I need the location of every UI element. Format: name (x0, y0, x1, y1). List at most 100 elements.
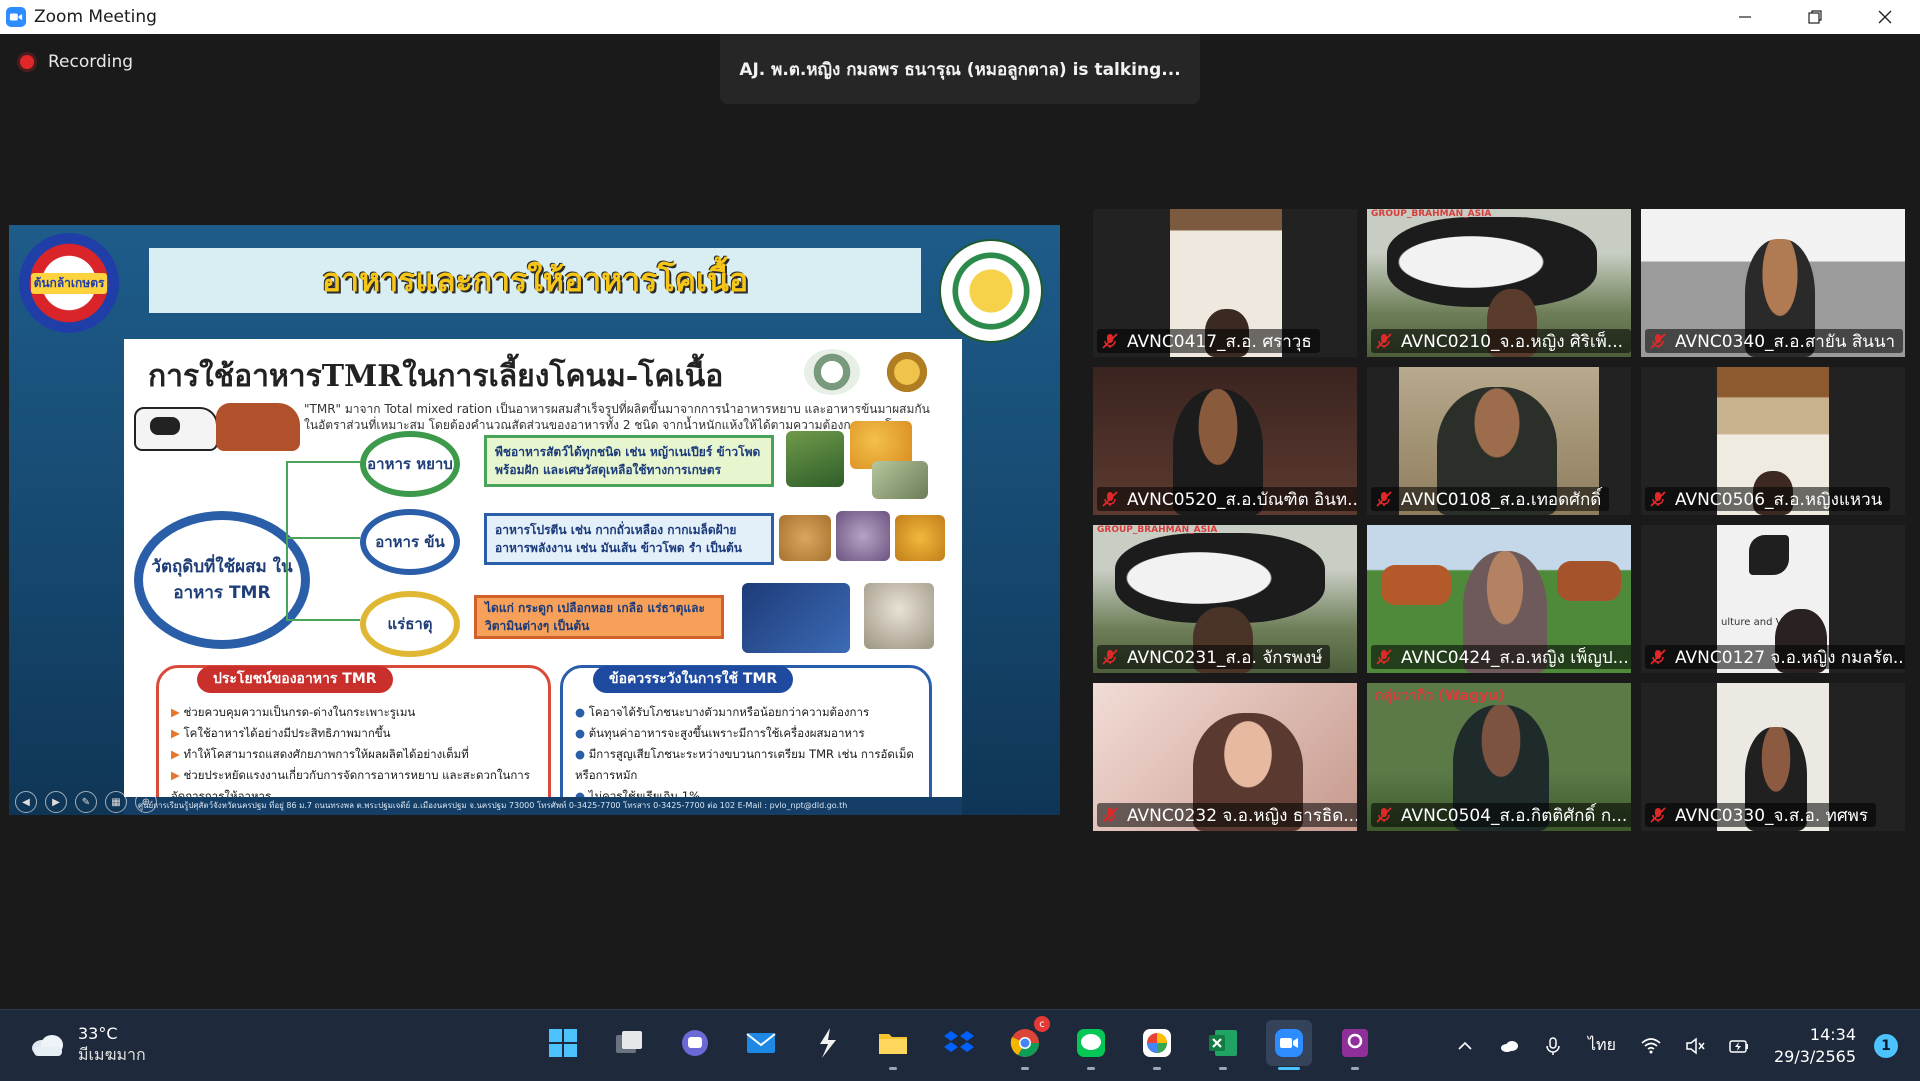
mic-muted-icon (1376, 333, 1392, 349)
folder-icon (879, 1034, 907, 1054)
meeting-area: Recording AJ. พ.ต.หญิง กมลพร ธนารุณ (หมอ… (0, 34, 1920, 1009)
participant-tile[interactable]: ulture and Ve AVNC0127 จ.อ.หญิง กมลรัต..… (1641, 525, 1905, 673)
task-view-button[interactable] (606, 1020, 652, 1066)
teams-chat-icon (682, 1030, 708, 1056)
start-button[interactable] (540, 1020, 586, 1066)
zoom-button[interactable] (1266, 1020, 1312, 1070)
previous-slide-icon[interactable]: ◀ (15, 791, 37, 813)
excel-button[interactable] (1200, 1020, 1246, 1070)
slide-navigation-controls: ◀ ▶ ✎ ▦ ⊕ (15, 791, 157, 813)
tile-overlay-text: GROUP_BRAHMAN_ASIA (1097, 525, 1218, 535)
participant-name: AVNC0232 จ.อ.หญิง ธารธิด... (1127, 805, 1357, 826)
right-org-seal (939, 239, 1043, 343)
mic-muted-icon (1650, 807, 1666, 823)
participant-tile[interactable]: AVNC0340_ส.อ.สายัน สินนา (1641, 209, 1905, 357)
battery-button[interactable] (1722, 1029, 1756, 1063)
participant-name-label: AVNC0127 จ.อ.หญิง กมลรัต... (1645, 645, 1905, 669)
branch-line (286, 461, 360, 463)
onedrive-button[interactable] (1492, 1029, 1526, 1063)
weather-widget[interactable]: 33°C มีเมฆมาก (28, 1024, 146, 1066)
participant-tile[interactable]: AVNC0506_ส.อ.หญิงแหวน (1641, 367, 1905, 515)
pdf-button[interactable] (1332, 1020, 1378, 1070)
poster-seal-left (804, 349, 860, 395)
participant-name: AVNC0504_ส.อ.กิตติศักดิ์ ก... (1401, 805, 1628, 826)
line-button[interactable] (1068, 1020, 1114, 1070)
participant-name-label: AVNC0504_ส.อ.กิตติศักดิ์ ก... (1371, 803, 1631, 827)
participant-tile[interactable]: GROUP_BRAHMAN_ASIA AVNC0210_จ.อ.หญิง ศิร… (1367, 209, 1631, 357)
next-slide-icon[interactable]: ▶ (45, 791, 67, 813)
picasa-button[interactable] (1134, 1020, 1180, 1070)
participant-name: AVNC0210_จ.อ.หญิง ศิริเพ็... (1401, 331, 1624, 352)
close-button[interactable] (1850, 0, 1920, 34)
participant-name: AVNC0340_ส.อ.สายัน สินนา (1675, 331, 1895, 352)
cautions-panel: ข้อควรระวังในการใช้ TMR โคอาจได้รับโภชนะ… (560, 665, 932, 815)
teams-chat-button[interactable] (672, 1020, 718, 1066)
mic-muted-icon (1376, 649, 1392, 665)
participant-tile[interactable]: กลุ่มวากิว (Wagyu) AVNC0504_ส.อ.กิตติศัก… (1367, 683, 1631, 831)
zoom-in-icon[interactable]: ⊕ (135, 791, 157, 813)
main-node: วัตถุดิบที่ใช้ผสม ในอาหาร TMR (134, 511, 310, 649)
roughage-detail: พืชอาหารสัตว์ได้ทุกชนิด เช่น หญ้าเนเปียร… (484, 435, 774, 487)
poster-seal-right (879, 349, 935, 395)
window-controls (1710, 0, 1920, 34)
concentrate-node: อาหาร ข้น (360, 509, 460, 575)
participant-name: AVNC0417_ส.อ. ศราวุธ (1127, 331, 1312, 352)
concentrate-detail: อาหารโปรตีน เช่น กากถั่วเหลือง กากเมล็ดฝ… (484, 513, 774, 565)
grass-photo (786, 431, 844, 487)
participant-tile[interactable]: AVNC0108_ส.อ.เทอดศักดิ์ (1367, 367, 1631, 515)
recording-indicator[interactable]: Recording (20, 52, 133, 72)
input-language-button[interactable]: ไทย (1580, 1029, 1624, 1063)
restore-button[interactable] (1780, 0, 1850, 34)
red-cow-image (216, 403, 300, 451)
soybean-meal-photo (779, 515, 831, 561)
volume-muted-icon (1686, 1036, 1705, 1055)
mic-muted-icon (1102, 807, 1118, 823)
left-logo-text: ต้นกล้าเกษตร (30, 272, 108, 294)
minimize-button[interactable] (1710, 0, 1780, 34)
participant-name-label: AVNC0210_จ.อ.หญิง ศิริเพ็... (1371, 329, 1631, 353)
taskbar-apps: c (540, 1016, 1378, 1070)
participant-name-label: AVNC0340_ส.อ.สายัน สินนา (1645, 329, 1903, 353)
microphone-button[interactable] (1536, 1029, 1570, 1063)
clock[interactable]: 14:34 29/3/2565 (1774, 1024, 1856, 1068)
participant-tile[interactable]: AVNC0417_ส.อ. ศราวุธ (1093, 209, 1357, 357)
participant-tile[interactable]: AVNC0330_จ.ส.อ. ทศพร (1641, 683, 1905, 831)
running-indicator (889, 1067, 897, 1070)
mic-muted-icon (1376, 807, 1392, 823)
slides-grid-icon[interactable]: ▦ (105, 791, 127, 813)
participant-tile[interactable]: AVNC0424_ส.อ.หญิง เพ็ญป... (1367, 525, 1631, 673)
show-hidden-icons-button[interactable] (1448, 1029, 1482, 1063)
participant-tile[interactable]: AVNC0232 จ.อ.หญิง ธารธิด... (1093, 683, 1357, 831)
cottonseed-photo (836, 511, 890, 561)
edge-dev-button[interactable] (804, 1020, 850, 1066)
pen-icon[interactable]: ✎ (75, 791, 97, 813)
slide-title-banner: อาหารและการให้อาหารโคเนื้อ (149, 248, 921, 313)
onedrive-cloud-icon (1500, 1040, 1518, 1052)
clock-date: 29/3/2565 (1773, 1046, 1856, 1066)
participant-tile[interactable]: GROUP_BRAHMAN_ASIA AVNC0231_ส.อ. จักรพงษ… (1093, 525, 1357, 673)
shared-screen[interactable]: ต้นกล้าเกษตร อาหารและการให้อาหารโคเนื้อ … (9, 225, 1060, 815)
participant-name: AVNC0520_ส.อ.บัณฑิต อินท... (1127, 489, 1357, 510)
cow-image (1381, 565, 1451, 605)
picasa-icon (1143, 1029, 1171, 1057)
mail-button[interactable] (738, 1020, 784, 1066)
window-title: Zoom Meeting (34, 7, 157, 27)
logo-image (1749, 535, 1789, 575)
notification-badge[interactable]: 1 (1874, 1033, 1898, 1058)
file-explorer-button[interactable] (870, 1020, 916, 1070)
wifi-button[interactable] (1634, 1029, 1668, 1063)
weather-condition: มีเมฆมาก (78, 1045, 146, 1064)
participant-tile[interactable]: AVNC0520_ส.อ.บัณฑิต อินท... (1093, 367, 1357, 515)
active-speaker-banner: AJ. พ.ต.หญิง กมลพร ธนารุณ (หมอลูกตาล) is… (720, 34, 1200, 104)
chrome-badge: c (1034, 1016, 1050, 1032)
recording-dot-icon (20, 55, 34, 69)
mic-muted-icon (1102, 333, 1118, 349)
participant-name-label: AVNC0506_ส.อ.หญิงแหวน (1645, 487, 1891, 511)
dropbox-button[interactable] (936, 1020, 982, 1066)
battery-charging-icon (1729, 1039, 1748, 1053)
participant-name: AVNC0127 จ.อ.หญิง กมลรัต... (1675, 647, 1905, 668)
volume-button[interactable] (1678, 1029, 1712, 1063)
mineral-chart-photo (742, 583, 850, 653)
chrome-button[interactable]: c (1002, 1016, 1050, 1070)
benefit-item: ช่วยควบคุมความเป็นกรด-ด่างในกระเพาะรูเมน (171, 702, 536, 723)
